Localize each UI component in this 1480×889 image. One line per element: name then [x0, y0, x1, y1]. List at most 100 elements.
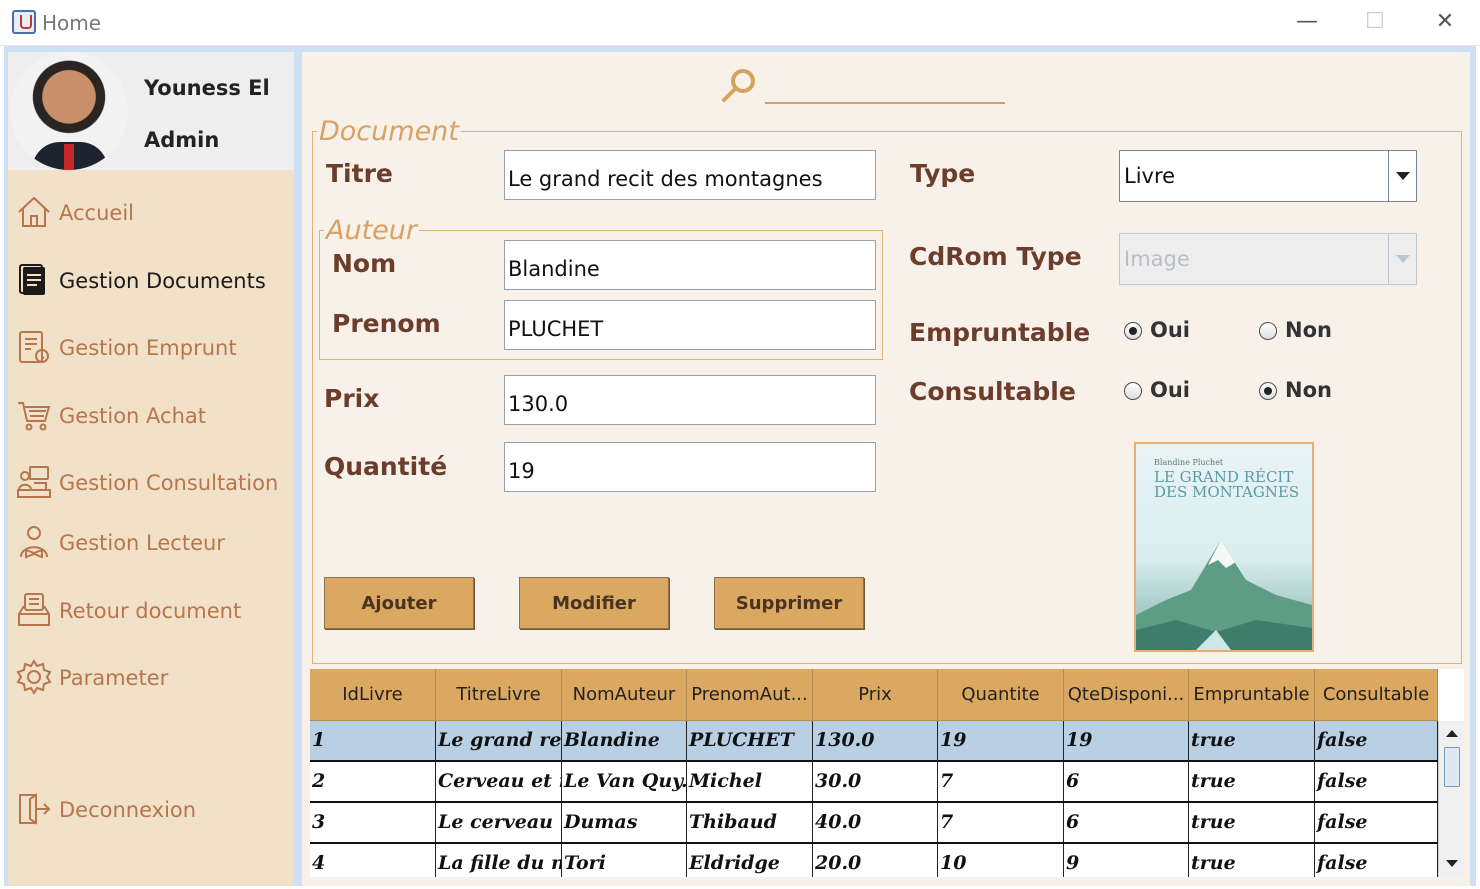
search-input[interactable] — [765, 80, 1005, 104]
cover-title: LE GRAND RÉCIT DES MONTAGNES — [1154, 468, 1300, 501]
type-label: Type — [910, 159, 976, 188]
scroll-down-icon[interactable] — [1442, 854, 1462, 874]
table-cell[interactable]: 7 — [938, 762, 1064, 801]
maximize-button[interactable]: ☐ — [1358, 6, 1392, 38]
window-title: Home — [42, 11, 102, 35]
column-header[interactable]: TitreLivre — [436, 669, 562, 721]
sidebar-item-label: Gestion Achat — [59, 404, 206, 428]
column-header[interactable]: Quantite — [938, 669, 1064, 721]
table-cell[interactable]: Eldridge — [687, 844, 813, 877]
table-cell[interactable]: 6 — [1064, 803, 1189, 842]
table-row[interactable]: 4La fille du n...ToriEldridge20.0109true… — [310, 844, 1438, 877]
auteur-legend: Auteur — [326, 215, 417, 246]
radio-unselected-icon — [1124, 382, 1142, 400]
prix-field[interactable] — [504, 375, 876, 425]
table-cell[interactable]: true — [1189, 762, 1315, 801]
scroll-up-icon[interactable] — [1442, 724, 1462, 744]
book-cover-image: Blandine Pluchet LE GRAND RÉCIT DES MONT… — [1134, 442, 1314, 652]
chevron-down-icon[interactable] — [1388, 151, 1416, 201]
search-icon[interactable] — [720, 66, 760, 106]
prenom-label: Prenom — [332, 309, 441, 338]
table-cell[interactable]: Tori — [562, 844, 687, 877]
table-cell[interactable]: true — [1189, 721, 1315, 760]
table-cell[interactable]: Thibaud — [687, 803, 813, 842]
logout-label: Deconnexion — [59, 798, 197, 822]
sidebar-item-accueil[interactable]: Accueil — [8, 188, 294, 238]
supprimer-button[interactable]: Supprimer — [714, 577, 864, 629]
table-row[interactable]: 3 Le cerveau Dumas Thibaud 40.0 7 6 true false — [310, 803, 1438, 844]
table-cell[interactable]: true — [1189, 803, 1315, 842]
table-cell[interactable]: 3 — [310, 803, 436, 842]
minimize-button[interactable]: — — [1290, 6, 1324, 38]
table-cell[interactable]: false — [1315, 844, 1438, 877]
prenom-field[interactable] — [504, 300, 876, 350]
prix-label: Prix — [324, 384, 380, 413]
column-header[interactable]: Empruntable — [1189, 669, 1315, 721]
column-header[interactable]: Consultable — [1315, 669, 1438, 721]
table-cell[interactable]: 9 — [1064, 844, 1189, 877]
sidebar-item-gestion-documents[interactable]: Gestion Documents — [8, 256, 294, 306]
nom-label: Nom — [332, 249, 397, 278]
table-cell[interactable]: La fille du n... — [436, 844, 562, 877]
ajouter-button[interactable]: Ajouter — [324, 577, 474, 629]
table-cell[interactable]: 130.0 — [813, 721, 938, 760]
table-cell[interactable]: false — [1315, 762, 1438, 801]
modifier-button[interactable]: Modifier — [519, 577, 669, 629]
table-cell[interactable]: 19 — [938, 721, 1064, 760]
table-cell[interactable]: 6 — [1064, 762, 1189, 801]
sidebar-item-label: Gestion Lecteur — [59, 531, 225, 555]
column-header[interactable]: IdLivre — [310, 669, 436, 721]
cdrom-type-value: Image — [1124, 247, 1190, 271]
table-cell[interactable]: 10 — [938, 844, 1064, 877]
type-select[interactable]: Livre — [1119, 150, 1417, 202]
table-cell[interactable]: Dumas — [562, 803, 687, 842]
table-cell[interactable]: 20.0 — [813, 844, 938, 877]
table-header: IdLivre TitreLivre NomAuteur PrenomAut... Pr… — [310, 669, 1438, 721]
table-cell[interactable]: 30.0 — [813, 762, 938, 801]
table-cell[interactable]: 40.0 — [813, 803, 938, 842]
table-row[interactable]: 1Le grand re...BlandinePLUCHET130.01919t… — [310, 721, 1438, 762]
radio-selected-icon — [1259, 382, 1277, 400]
table-cell[interactable]: Michel — [687, 762, 813, 801]
nom-field[interactable] — [504, 240, 876, 290]
table-cell[interactable]: false — [1315, 721, 1438, 760]
gear-icon — [16, 659, 52, 695]
sidebar-item-gestion-consultation[interactable]: Gestion Consultation — [8, 458, 294, 508]
sidebar-item-parameter[interactable]: Parameter — [8, 653, 294, 703]
table-cell[interactable]: Le Van Quy... — [562, 762, 687, 801]
scrollbar-thumb[interactable] — [1444, 747, 1460, 787]
table-cell[interactable]: 1 — [310, 721, 436, 760]
radio-selected-icon — [1124, 322, 1142, 340]
table-cell[interactable]: true — [1189, 844, 1315, 877]
titre-field[interactable] — [504, 150, 876, 200]
table-cell[interactable]: Le grand re... — [436, 721, 562, 760]
column-header[interactable]: PrenomAut... — [687, 669, 813, 721]
radio-label: Oui — [1150, 318, 1191, 342]
table-cell[interactable]: 2 — [310, 762, 436, 801]
table-row[interactable]: 2Cerveau et n...Le Van Quy...Michel30.07… — [310, 762, 1438, 803]
table-cell[interactable]: PLUCHET — [687, 721, 813, 760]
documents-icon — [16, 262, 52, 298]
table-cell[interactable]: false — [1315, 803, 1438, 842]
user-profile: Youness El Admin — [8, 52, 294, 170]
sidebar-item-gestion-emprunt[interactable]: Gestion Emprunt — [8, 323, 294, 373]
column-header[interactable]: NomAuteur — [562, 669, 687, 721]
quantite-field[interactable] — [504, 442, 876, 492]
avatar — [10, 52, 128, 170]
radio-label: Non — [1285, 318, 1332, 342]
column-header[interactable]: QteDisponi... — [1064, 669, 1189, 721]
close-button[interactable]: ✕ — [1428, 6, 1462, 38]
table-cell[interactable]: 19 — [1064, 721, 1189, 760]
table-cell[interactable]: 7 — [938, 803, 1064, 842]
sidebar-item-gestion-achat[interactable]: Gestion Achat — [8, 391, 294, 441]
loan-icon — [16, 329, 52, 365]
table-cell[interactable]: Blandine — [562, 721, 687, 760]
table-cell[interactable]: Cerveau et n... — [436, 762, 562, 801]
logout-button[interactable]: Deconnexion — [8, 785, 294, 835]
sidebar-item-gestion-lecteur[interactable]: Gestion Lecteur — [8, 518, 294, 568]
table-cell[interactable]: 4 — [310, 844, 436, 877]
table-cell[interactable]: Le cerveau — [436, 803, 562, 842]
column-header[interactable]: Prix — [813, 669, 938, 721]
vertical-scrollbar[interactable] — [1438, 721, 1464, 877]
sidebar-item-retour-document[interactable]: Retour document — [8, 586, 294, 636]
